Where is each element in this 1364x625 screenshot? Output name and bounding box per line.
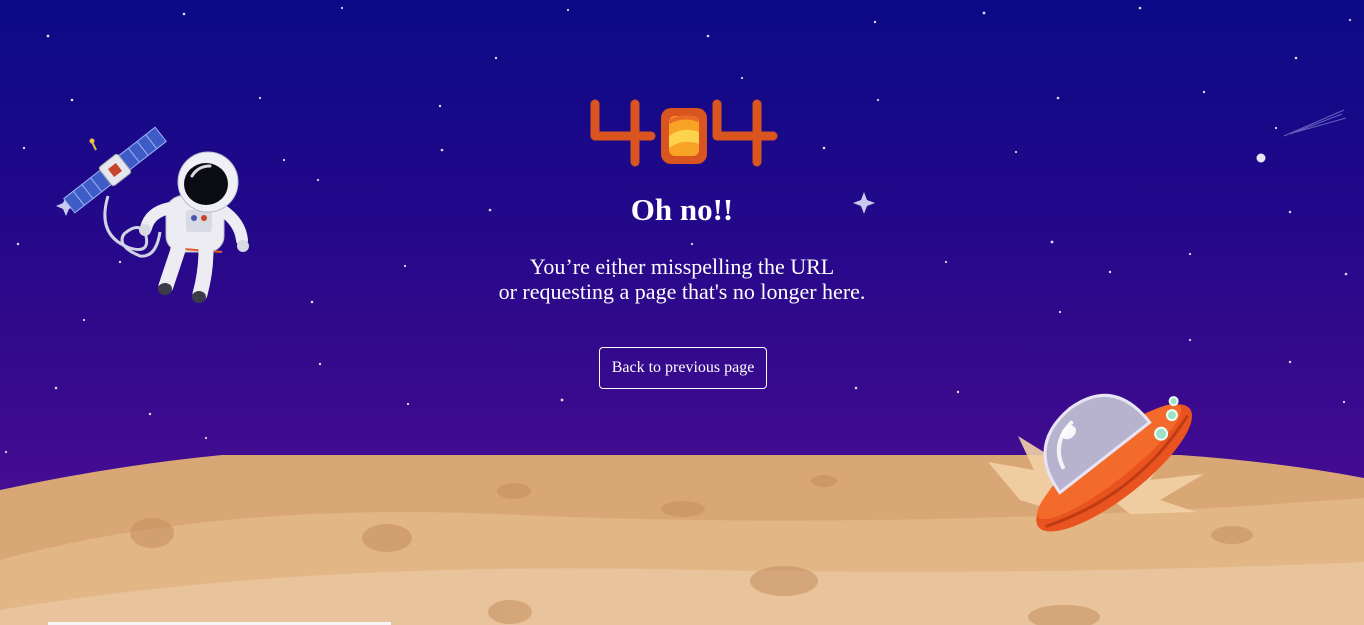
error-content: 404 Oh no!! You’re either misspelling th… xyxy=(0,0,1364,625)
error-message: You’re either misspelling the URL or req… xyxy=(0,254,1364,304)
back-to-previous-page-button[interactable]: Back to previous page xyxy=(599,347,767,389)
error-code-404: 404 xyxy=(590,99,778,167)
error-headline: Oh no!! xyxy=(630,192,734,227)
error-message-line-1: You’re either misspelling the URL xyxy=(529,254,835,279)
error-page: 404 Oh no!! You’re either misspelling th… xyxy=(0,0,1364,625)
error-message-line-2: or requesting a page that's no longer he… xyxy=(498,279,866,304)
